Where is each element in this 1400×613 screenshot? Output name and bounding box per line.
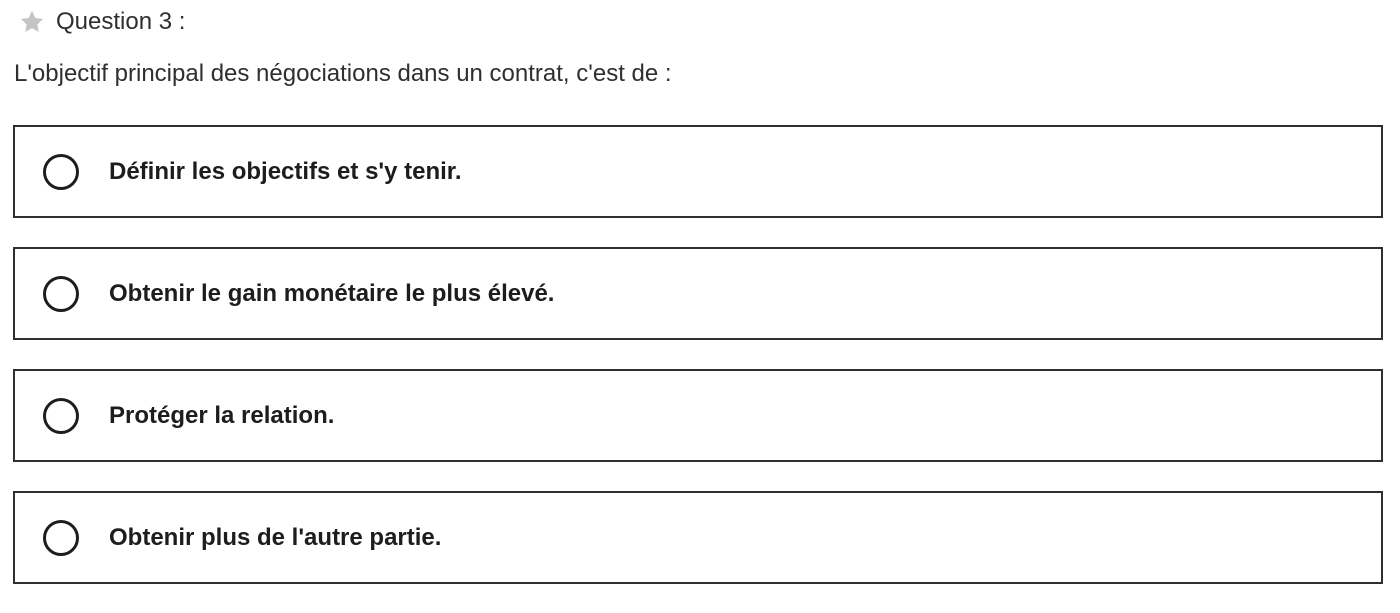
answer-option-4[interactable]: Obtenir plus de l'autre partie.: [13, 491, 1383, 584]
answer-options: Définir les objectifs et s'y tenir. Obte…: [13, 125, 1383, 613]
question-prompt: L'objectif principal des négociations da…: [14, 60, 672, 87]
answer-option-3[interactable]: Protéger la relation.: [13, 369, 1383, 462]
answer-option-2[interactable]: Obtenir le gain monétaire le plus élevé.: [13, 247, 1383, 340]
answer-option-label: Définir les objectifs et s'y tenir.: [109, 157, 462, 185]
question-number: Question 3 :: [56, 8, 186, 35]
star-icon[interactable]: [18, 8, 46, 36]
question-header: Question 3 :: [18, 6, 185, 38]
answer-option-label: Obtenir plus de l'autre partie.: [109, 523, 442, 551]
radio-button-icon[interactable]: [43, 397, 79, 434]
answer-option-label: Obtenir le gain monétaire le plus élevé.: [109, 279, 555, 307]
answer-option-1[interactable]: Définir les objectifs et s'y tenir.: [13, 125, 1383, 218]
radio-button-icon[interactable]: [43, 275, 79, 312]
radio-button-icon[interactable]: [43, 153, 79, 190]
radio-button-icon[interactable]: [43, 519, 79, 556]
answer-option-label: Protéger la relation.: [109, 401, 335, 429]
